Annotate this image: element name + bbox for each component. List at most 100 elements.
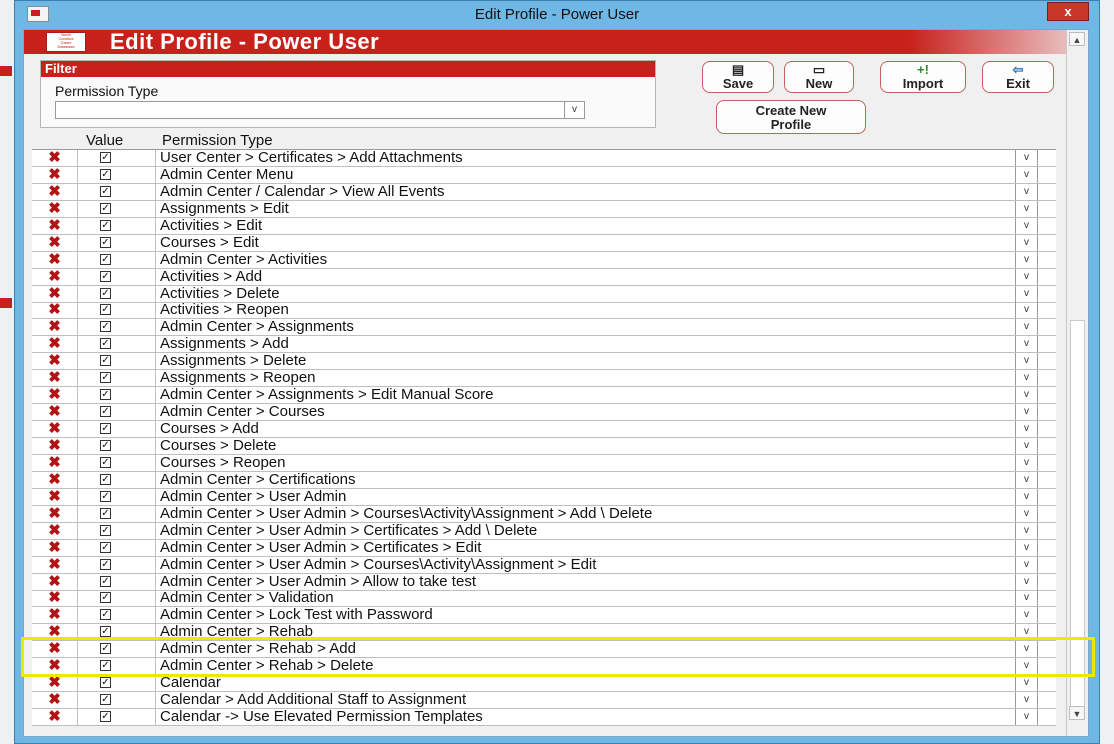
chevron-down-icon[interactable]: v [1016,590,1038,607]
delete-row-icon[interactable]: ✖ [32,387,78,404]
chevron-down-icon[interactable]: v [1016,166,1038,183]
table-row[interactable]: ✖ ✓ User Center > Certificates > Add Attac… [32,150,1056,167]
delete-row-icon[interactable]: ✖ [32,437,78,454]
table-row[interactable]: ✖ ✓ Activities > Edit v [32,217,1056,235]
value-checkbox[interactable]: ✓ [100,592,111,604]
table-row[interactable]: ✖ ✓ Courses > Edit v [32,234,1056,252]
window-close-button[interactable]: x [1047,2,1089,21]
delete-row-icon[interactable]: ✖ [32,285,78,302]
value-checkbox[interactable]: ✓ [100,423,111,435]
table-row[interactable]: ✖ ✓ Activities > Delete v [32,285,1056,303]
value-checkbox[interactable]: ✓ [100,558,111,570]
table-row[interactable]: ✖ ✓ Admin Center > Certifications v [32,471,1056,489]
column-header-permission-type[interactable]: Permission Type [162,132,273,149]
delete-row-icon[interactable]: ✖ [32,675,78,692]
value-checkbox[interactable]: ✓ [100,473,111,485]
value-checkbox[interactable]: ✓ [100,507,111,519]
delete-row-icon[interactable]: ✖ [32,573,78,590]
chevron-down-icon[interactable]: v [1016,471,1038,488]
value-checkbox[interactable]: ✓ [100,338,111,350]
table-row[interactable]: ✖ ✓ Assignments > Edit v [32,200,1056,218]
value-checkbox[interactable]: ✓ [100,541,111,553]
chevron-down-icon[interactable]: v [1016,353,1038,370]
table-row[interactable]: ✖ ✓ Assignments > Add v [32,336,1056,354]
delete-row-icon[interactable]: ✖ [32,353,78,370]
table-row[interactable]: ✖ ✓ Admin Center > User Admin > Allow to t… [32,573,1056,591]
value-checkbox[interactable]: ✓ [100,152,111,163]
table-row[interactable]: ✖ ✓ Admin Center > Assignments > Edit Manu… [32,387,1056,405]
chevron-down-icon[interactable]: v [1016,488,1038,505]
delete-row-icon[interactable]: ✖ [32,539,78,556]
delete-row-icon[interactable]: ✖ [32,217,78,234]
delete-row-icon[interactable]: ✖ [32,183,78,200]
delete-row-icon[interactable]: ✖ [32,166,78,183]
delete-row-icon[interactable]: ✖ [32,336,78,353]
chevron-down-icon[interactable]: v [1016,573,1038,590]
table-row[interactable]: ✖ ✓ Assignments > Reopen v [32,370,1056,388]
save-button[interactable]: ▤ Save [702,61,774,93]
table-row[interactable]: ✖ ✓ Assignments > Delete v [32,353,1056,371]
column-header-value[interactable]: Value [86,132,123,149]
delete-row-icon[interactable]: ✖ [32,454,78,471]
table-row[interactable]: ✖ ✓ Admin Center > User Admin > Certificat… [32,539,1056,557]
table-row[interactable]: ✖ ✓ Courses > Delete v [32,437,1056,455]
table-row[interactable]: ✖ ✓ Admin Center > User Admin > Certificat… [32,522,1056,540]
chevron-down-icon[interactable]: v [1016,370,1038,387]
value-checkbox[interactable]: ✓ [100,236,111,248]
value-checkbox[interactable]: ✓ [100,321,111,333]
scroll-down-icon[interactable]: ▼ [1069,706,1085,720]
delete-row-icon[interactable]: ✖ [32,370,78,387]
chevron-down-icon[interactable]: v [1016,234,1038,251]
table-row[interactable]: ✖ ✓ Admin Center Menu v [32,166,1056,184]
delete-row-icon[interactable]: ✖ [32,404,78,421]
chevron-down-icon[interactable]: v [1016,454,1038,471]
value-checkbox[interactable]: ✓ [100,575,111,587]
delete-row-icon[interactable]: ✖ [32,709,78,726]
table-row[interactable]: ✖ ✓ Admin Center > User Admin > Courses\Ac… [32,556,1056,574]
chevron-down-icon[interactable]: v [1016,319,1038,336]
table-row[interactable]: ✖ ✓ Calendar > Add Additional Staff to Ass… [32,692,1056,710]
table-row[interactable]: ✖ ✓ Calendar v [32,675,1056,693]
delete-row-icon[interactable]: ✖ [32,150,78,166]
delete-row-icon[interactable]: ✖ [32,251,78,268]
delete-row-icon[interactable]: ✖ [32,505,78,522]
value-checkbox[interactable]: ✓ [100,524,111,536]
chevron-down-icon[interactable]: v [1016,692,1038,709]
chevron-down-icon[interactable]: v [564,102,584,118]
chevron-down-icon[interactable]: v [1016,437,1038,454]
exit-button[interactable]: ⇦ Exit [982,61,1054,93]
table-row[interactable]: ✖ ✓ Admin Center > User Admin > Courses\Ac… [32,505,1056,523]
new-button[interactable]: ▭ New [784,61,854,93]
chevron-down-icon[interactable]: v [1016,675,1038,692]
table-row[interactable]: ✖ ✓ Activities > Reopen v [32,302,1056,320]
delete-row-icon[interactable]: ✖ [32,488,78,505]
table-row[interactable]: ✖ ✓ Admin Center > Activities v [32,251,1056,269]
chevron-down-icon[interactable]: v [1016,539,1038,556]
chevron-down-icon[interactable]: v [1016,404,1038,421]
chevron-down-icon[interactable]: v [1016,607,1038,624]
delete-row-icon[interactable]: ✖ [32,421,78,438]
value-checkbox[interactable]: ✓ [100,439,111,451]
chevron-down-icon[interactable]: v [1016,556,1038,573]
value-checkbox[interactable]: ✓ [100,185,111,197]
delete-row-icon[interactable]: ✖ [32,471,78,488]
delete-row-icon[interactable]: ✖ [32,607,78,624]
value-checkbox[interactable]: ✓ [100,168,111,180]
delete-row-icon[interactable]: ✖ [32,692,78,709]
chevron-down-icon[interactable]: v [1016,522,1038,539]
table-row[interactable]: ✖ ✓ Activities > Add v [32,268,1056,286]
delete-row-icon[interactable]: ✖ [32,200,78,217]
chevron-down-icon[interactable]: v [1016,183,1038,200]
value-checkbox[interactable]: ✓ [100,270,111,282]
delete-row-icon[interactable]: ✖ [32,556,78,573]
table-row[interactable]: ✖ ✓ Courses > Add v [32,421,1056,439]
chevron-down-icon[interactable]: v [1016,150,1038,166]
chevron-down-icon[interactable]: v [1016,505,1038,522]
chevron-down-icon[interactable]: v [1016,336,1038,353]
value-checkbox[interactable]: ✓ [100,626,111,638]
delete-row-icon[interactable]: ✖ [32,302,78,319]
value-checkbox[interactable]: ✓ [100,609,111,621]
chevron-down-icon[interactable]: v [1016,200,1038,217]
window-titlebar[interactable]: Edit Profile - Power User x [15,1,1099,29]
value-checkbox[interactable]: ✓ [100,202,111,214]
